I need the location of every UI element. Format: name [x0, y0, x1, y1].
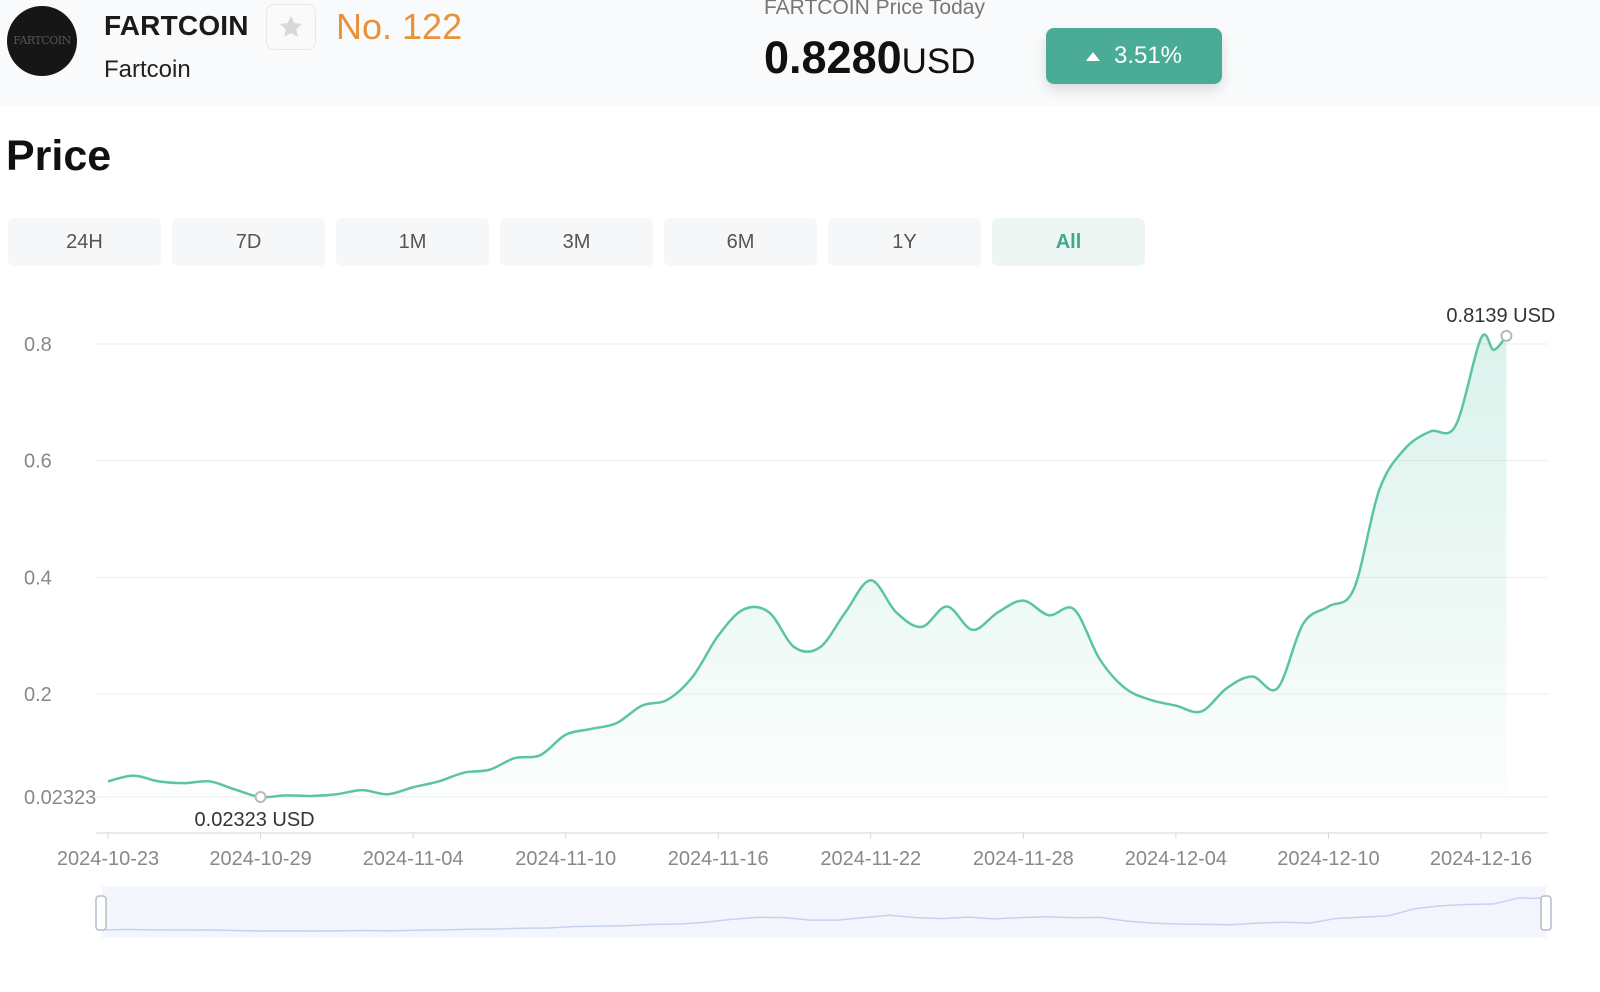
- tab-1y[interactable]: 1Y: [828, 218, 981, 266]
- price-title: FARTCOIN Price Today: [764, 0, 985, 19]
- price-chart: 0.02323 0.2 0.4 0.6 0.8 2024-10-23 2024-10-29…: [24, 305, 1555, 938]
- section-title: Price: [6, 132, 112, 180]
- coin-header: FARTCOIN FARTCOIN Fartcoin No. 122 FARTC…: [0, 0, 1600, 106]
- favorite-button[interactable]: [266, 4, 316, 50]
- coin-name: Fartcoin: [104, 56, 191, 83]
- tab-6m[interactable]: 6M: [664, 218, 817, 266]
- x-tick-label: 2024-11-10: [515, 848, 616, 870]
- annotation-point: [254, 791, 267, 803]
- y-tick-label: 0.4: [24, 567, 52, 589]
- slider-handle-left[interactable]: [95, 895, 107, 931]
- zoom-slider[interactable]: [95, 886, 1552, 938]
- tab-3m[interactable]: 3M: [500, 218, 653, 266]
- price-area: [108, 334, 1507, 798]
- triangle-up-icon: [1085, 51, 1100, 61]
- x-tick-label: 2024-12-10: [1277, 848, 1379, 870]
- tab-7d[interactable]: 7D: [172, 218, 325, 266]
- x-tick-label: 2024-10-29: [209, 848, 311, 870]
- tab-24h[interactable]: 24H: [8, 218, 161, 266]
- star-icon: [279, 15, 303, 37]
- y-tick-label: 0.8: [24, 334, 52, 356]
- y-tick-label: 0.02323: [24, 787, 96, 809]
- coin-logo: FARTCOIN: [7, 6, 77, 76]
- price-currency: USD: [901, 42, 976, 81]
- annotation-label: 0.02323 USD: [195, 809, 315, 831]
- coin-logo-text: FARTCOIN: [13, 34, 71, 47]
- x-tick-label: 2024-11-16: [668, 848, 769, 870]
- price-value: 0.8280: [764, 32, 902, 83]
- x-tick-label: 2024-11-04: [363, 848, 464, 870]
- slider-handle-right[interactable]: [1540, 895, 1552, 931]
- coin-symbol: FARTCOIN: [104, 10, 249, 41]
- x-tick-label: 2024-12-04: [1125, 848, 1227, 870]
- price-change-value: 3.51%: [1113, 42, 1183, 69]
- x-tick-label: 2024-12-16: [1430, 848, 1532, 870]
- y-tick-label: 0.6: [24, 451, 52, 473]
- x-tick-label: 2024-11-28: [973, 848, 1074, 870]
- x-tick-label: 2024-11-22: [820, 848, 921, 870]
- tab-1m[interactable]: 1M: [336, 218, 489, 266]
- price-change-badge[interactable]: 3.51%: [1046, 28, 1222, 84]
- y-tick-label: 0.2: [24, 684, 52, 706]
- x-tick-label: 2024-10-23: [57, 848, 159, 870]
- tab-all[interactable]: All: [992, 218, 1145, 266]
- annotation-point: [1500, 329, 1513, 342]
- range-tabs: 24H 7D 1M 3M 6M 1Y All: [8, 218, 1145, 266]
- annotation-label: 0.8139 USD: [1446, 305, 1555, 327]
- rank-label: No. 122: [336, 6, 463, 47]
- current-price: 0.8280USD: [764, 32, 976, 84]
